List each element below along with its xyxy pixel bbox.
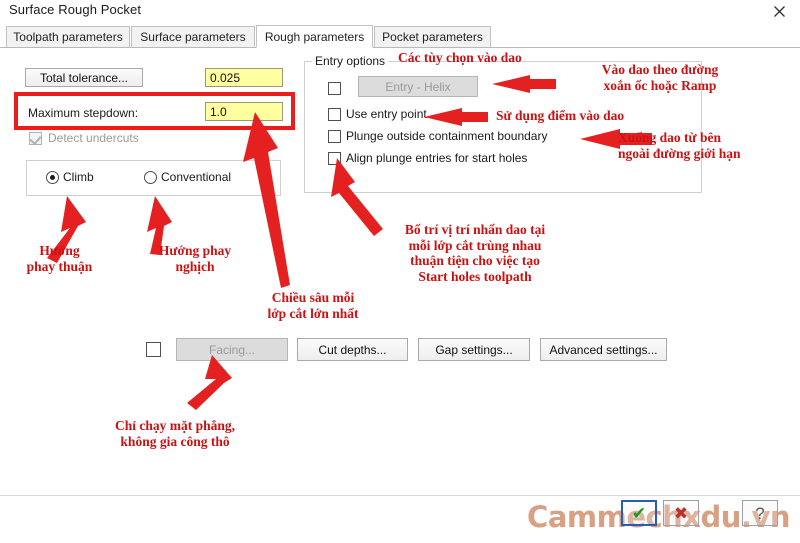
help-button[interactable]: ?	[742, 500, 778, 526]
annotation-align-plunge: Bố trí vị trí nhấn dao tại mỗi lớp cắt t…	[404, 222, 546, 284]
annotation-entry-helix: Vào dao theo đường xoắn ốc hoặc Ramp	[601, 62, 719, 93]
annotation-facing: Chỉ chạy mặt phẳng, không gia công thô	[114, 418, 236, 449]
question-mark-icon: ?	[755, 503, 765, 523]
annotation-plunge-outside: Xuống dao từ bên ngoài đường giới hạn	[618, 130, 741, 161]
annotation-climb: Hướng phay thuận	[26, 243, 93, 274]
annotation-conventional: Hướng phay nghịch	[158, 243, 232, 274]
tab-label: Rough parameters	[264, 29, 365, 44]
arrow-facing	[187, 355, 232, 410]
arrow-use-entry-point	[424, 108, 488, 126]
dialog-window: Surface Rough Pocket Toolpath parameters…	[0, 0, 800, 543]
footer-bar: Cammechxdu.vn ✔ ✖ ?	[0, 495, 800, 543]
cancel-button[interactable]: ✖	[663, 500, 699, 526]
cross-icon: ✖	[673, 503, 689, 523]
checkmark-icon: ✔	[631, 503, 647, 523]
annotation-use-entry-point: Sử dụng điểm vào dao	[496, 108, 625, 123]
ok-button[interactable]: ✔	[621, 500, 657, 526]
annotation-max-stepdown: Chiều sâu mỗi lớp cắt lớn nhất	[267, 290, 359, 321]
arrow-entry-helix	[492, 75, 556, 93]
arrow-max-stepdown	[243, 112, 290, 288]
tab-rough-parameters[interactable]: Rough parameters	[256, 25, 373, 48]
annotation-entry-options-title: Các tùy chọn vào dao	[398, 50, 522, 65]
